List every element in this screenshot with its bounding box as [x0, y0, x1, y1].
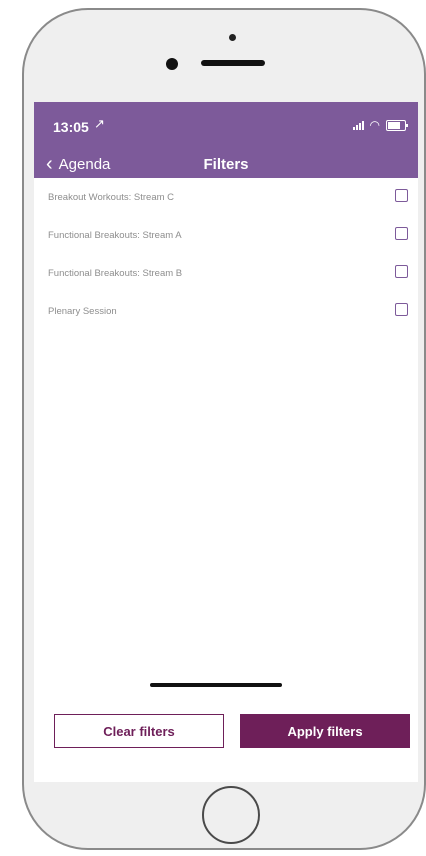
filter-checkbox[interactable]: [395, 189, 408, 202]
filter-checkbox[interactable]: [395, 265, 408, 278]
location-icon: ↗: [94, 116, 105, 131]
phone-side-button-left-2: [22, 162, 24, 208]
earpiece-speaker: [201, 60, 265, 66]
status-time: 13:05: [53, 119, 89, 135]
page-title: Filters: [203, 156, 249, 173]
phone-side-button-left-3: [22, 216, 24, 262]
filter-label: Breakout Workouts: Stream C: [48, 191, 175, 203]
battery-icon: [386, 119, 408, 131]
filter-label: Functional Breakouts: Stream B: [48, 267, 183, 279]
apply-filters-button[interactable]: Apply filters: [240, 714, 410, 748]
filter-item[interactable]: Plenary Session: [34, 292, 418, 330]
filters-list: Breakout Workouts: Stream C Functional B…: [34, 178, 418, 330]
signal-icon: [352, 120, 364, 130]
home-indicator: [150, 683, 282, 687]
filter-actions-bar: Clear filters Apply filters: [34, 696, 418, 782]
phone-side-button-left-1: [22, 68, 24, 88]
filter-item[interactable]: Functional Breakouts: Stream A: [34, 216, 418, 254]
phone-top-dot: [229, 34, 236, 41]
filter-item[interactable]: Breakout Workouts: Stream C: [34, 178, 418, 216]
home-button[interactable]: [202, 786, 260, 844]
filter-checkbox[interactable]: [395, 227, 408, 240]
clear-filters-button[interactable]: Clear filters: [54, 714, 224, 748]
filter-checkbox[interactable]: [395, 303, 408, 316]
top-navigation-bar: 13:05 ↗ ◠ ‹ Agenda Filters: [34, 102, 418, 178]
status-icons: ◠: [352, 118, 408, 132]
wifi-icon: ◠: [369, 118, 380, 132]
filter-label: Functional Breakouts: Stream A: [48, 229, 182, 241]
phone-frame: 13:05 ↗ ◠ ‹ Agenda Filters Breakout Work…: [22, 8, 426, 850]
app-screen: 13:05 ↗ ◠ ‹ Agenda Filters Breakout Work…: [34, 102, 418, 782]
filter-item[interactable]: Functional Breakouts: Stream B: [34, 254, 418, 292]
front-camera: [166, 58, 178, 70]
filter-label: Plenary Session: [48, 305, 117, 317]
